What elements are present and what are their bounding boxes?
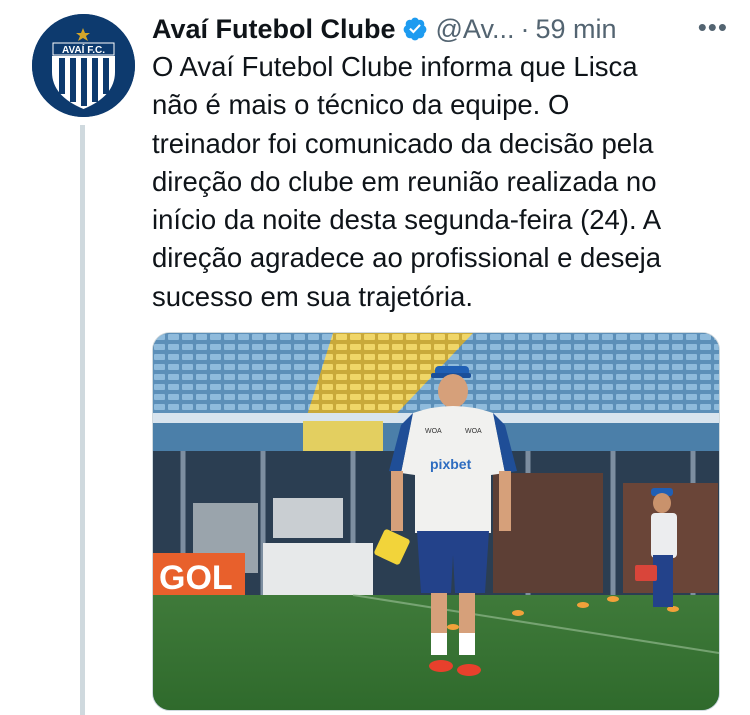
author-avatar[interactable]: AVAÍ F.C. (32, 14, 135, 117)
shirt-sponsor: pixbet (430, 456, 472, 472)
ad-board-text: GOL (159, 559, 233, 597)
shirt-badge: WOA (465, 428, 482, 435)
tweet-header: Avaí Futebol Clube @Av... · 59 min (152, 10, 742, 48)
tweet-text-line: início da noite desta segunda-feira (24)… (152, 204, 662, 236)
thread-line (80, 125, 85, 715)
shirt-badge: WOA (425, 428, 442, 435)
tweet-text-line: sucesso em sua trajetória. (152, 280, 473, 312)
tweet-text-line: direção agradece ao profissional e desej… (152, 242, 662, 274)
tweet-text: O Avaí Futebol Clube informa que Lisca n… (152, 48, 722, 316)
tweet-text-line: O Avaí Futebol Clube informa que Lisca (152, 51, 638, 82)
timestamp[interactable]: 59 min (535, 14, 616, 45)
tweet-photo[interactable]: GOL pixbet WOA WOA (152, 332, 720, 711)
tweet-text-line: treinador foi comunicado da decisão pela (152, 127, 654, 159)
tweet-text-line: não é mais o técnico da equipe. O (152, 89, 570, 121)
club-crest-icon: AVAÍ F.C. (32, 14, 135, 117)
crest-text: AVAÍ F.C. (62, 43, 105, 56)
author-handle[interactable]: @Av... (436, 14, 515, 45)
more-options-icon[interactable]: ••• (698, 12, 728, 43)
coach-on-pitch-image: GOL pixbet WOA WOA (153, 333, 719, 710)
tweet-text-line: direção do clube em reunião realizada no (152, 165, 657, 197)
separator-dot: · (520, 13, 530, 44)
verified-badge-icon (403, 17, 426, 41)
author-name[interactable]: Avaí Futebol Clube (152, 14, 396, 45)
